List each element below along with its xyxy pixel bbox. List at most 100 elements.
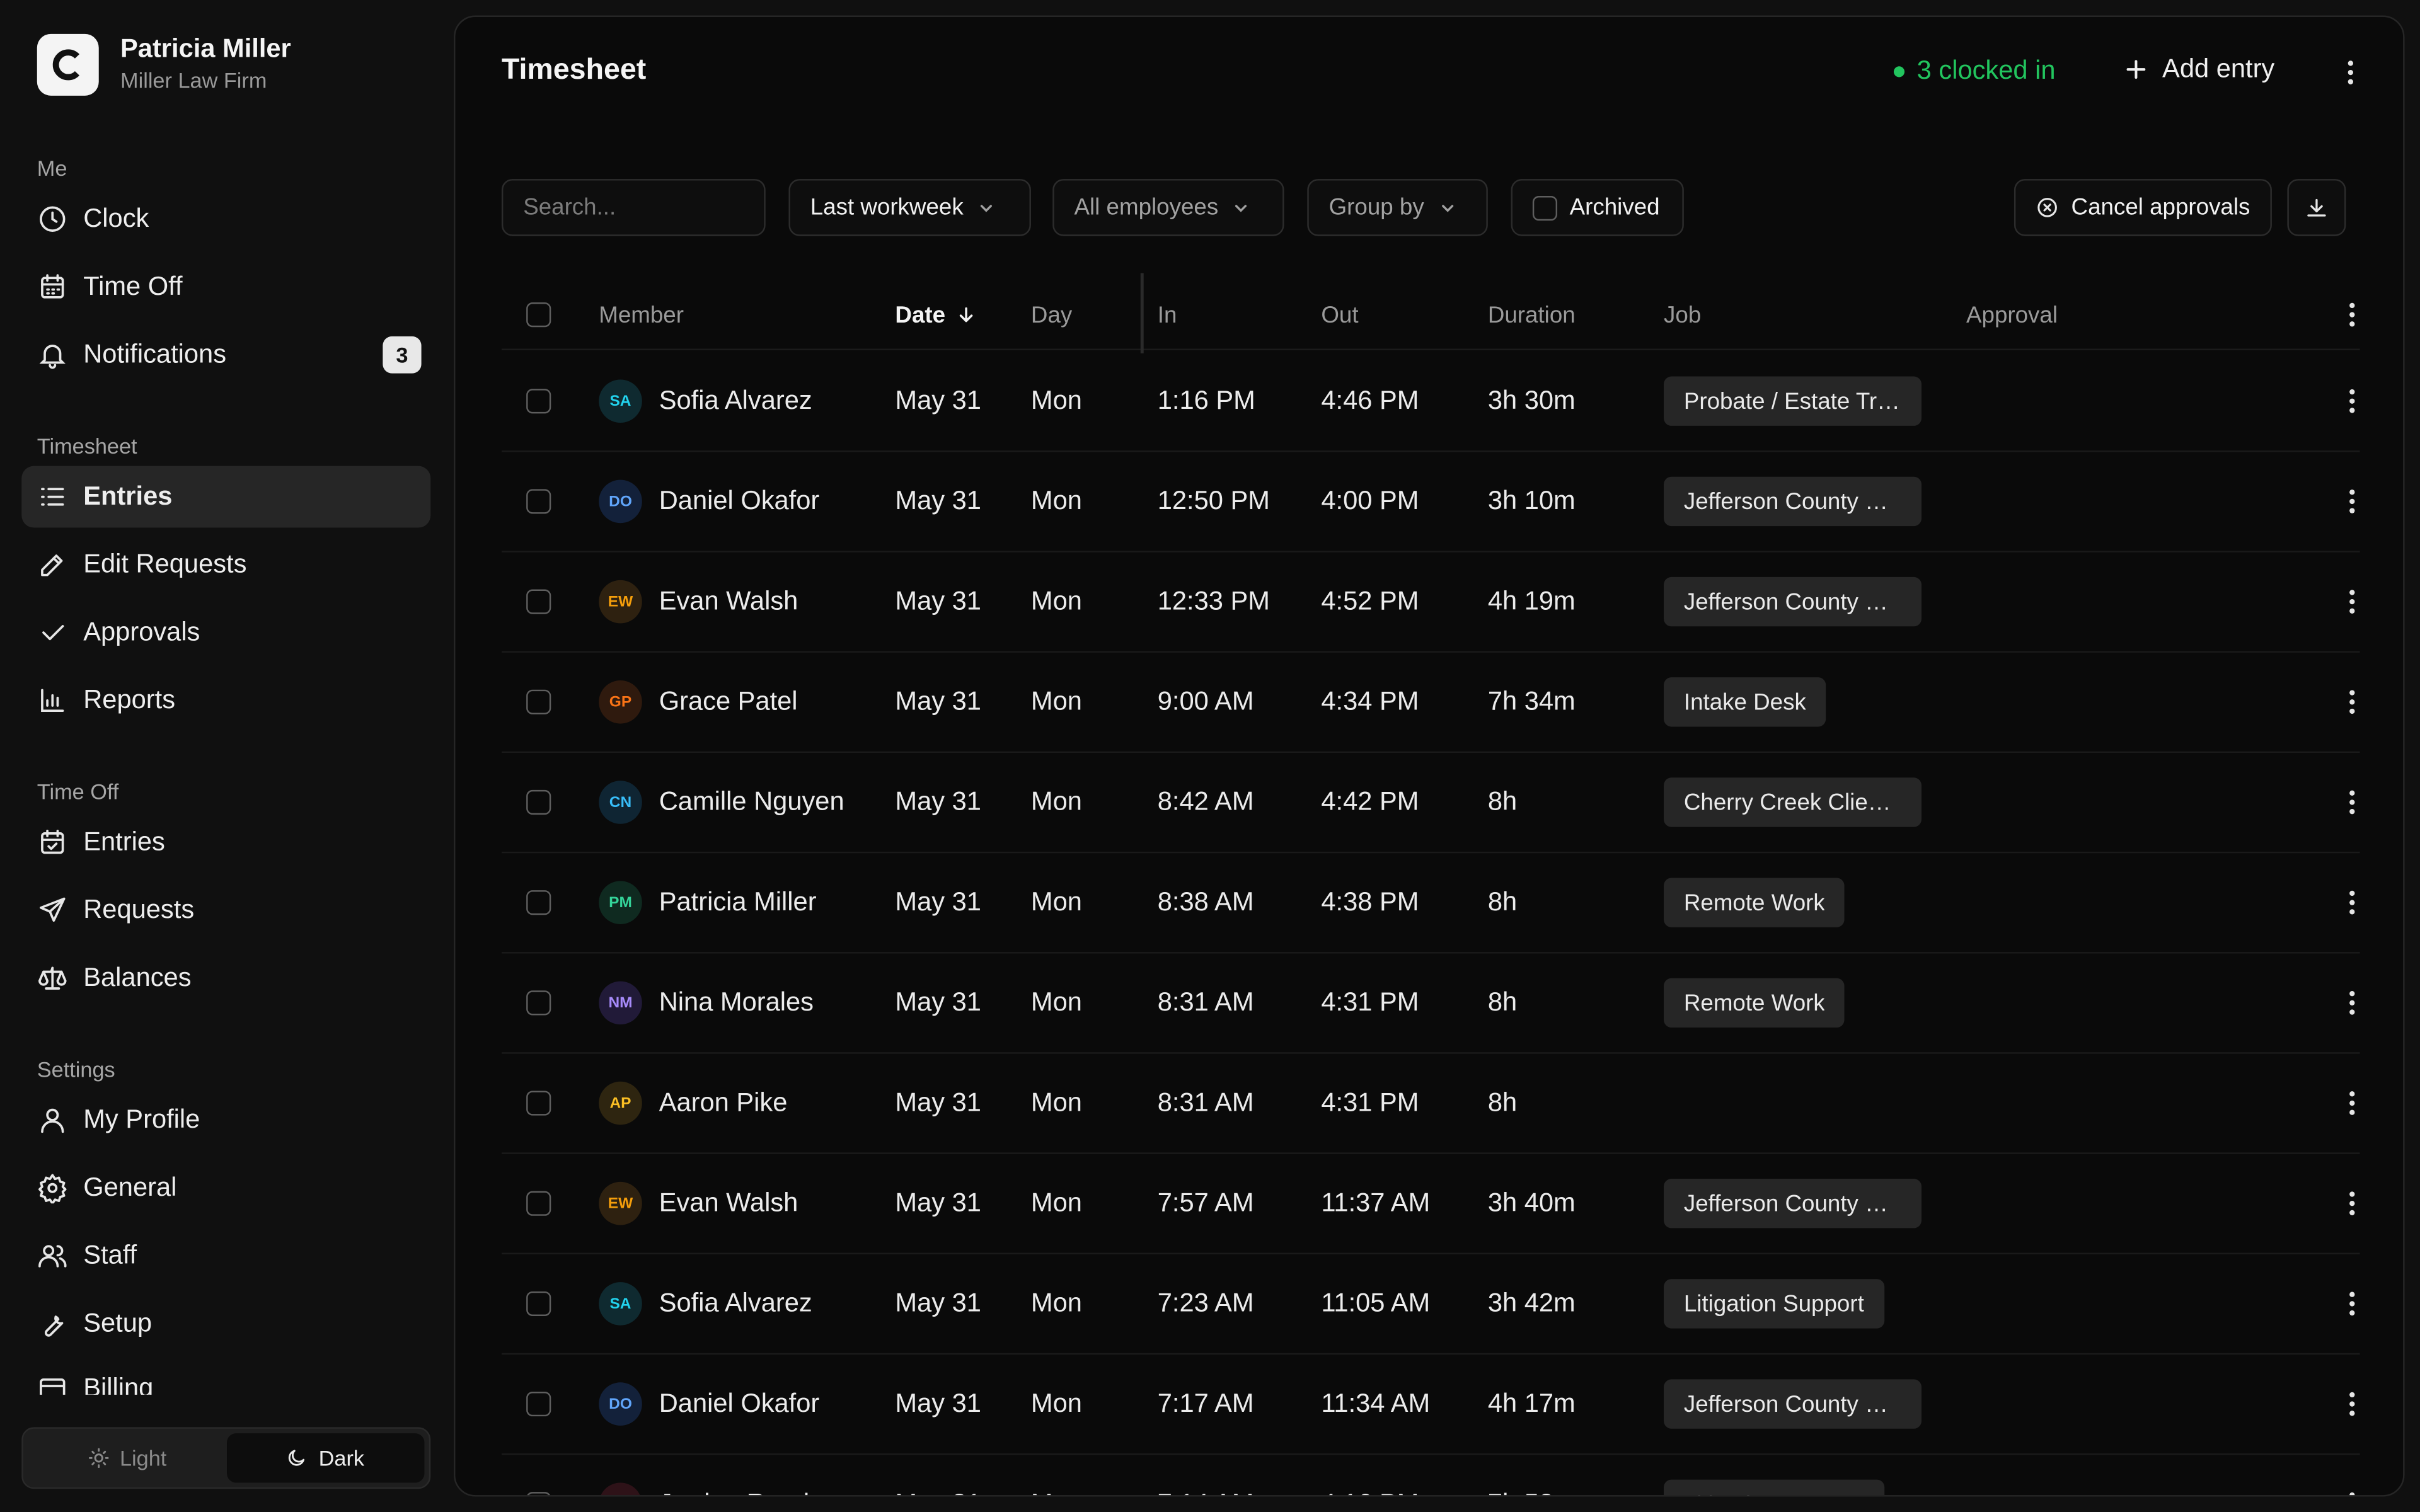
row-checkbox[interactable] [526,789,551,815]
nav-clock[interactable]: Clock [21,188,430,250]
job-tag[interactable]: Litigation Support [1664,1479,1884,1496]
col-out[interactable]: Out [1321,279,1358,350]
row-menu-button[interactable] [2337,987,2368,1018]
member-cell[interactable]: DO Daniel Okafor [599,452,819,551]
job-tag[interactable]: Probate / Estate Trust [1664,376,1922,426]
member-cell[interactable]: GP Grace Patel [599,653,798,752]
row-menu-button[interactable] [2337,1288,2368,1319]
select-all-checkbox[interactable] [526,302,551,328]
table-row[interactable]: AP Aaron Pike May 31 Mon 8:31 AM 4:31 PM 8h [501,1054,2360,1154]
col-date[interactable]: Date [895,279,976,350]
row-checkbox[interactable] [526,1492,551,1496]
table-row[interactable]: CN Camille Nguyen May 31 Mon 8:42 AM 4:42 PM 8… [501,753,2360,854]
table-row[interactable]: NM Nina Morales May 31 Mon 8:31 AM 4:31 PM 8h R… [501,953,2360,1054]
row-select[interactable] [526,1254,551,1353]
row-select[interactable] [526,1455,551,1496]
member-cell[interactable]: SA Sofia Alvarez [599,1254,812,1353]
nav-balances[interactable]: Balances [21,948,430,1009]
page-menu-button[interactable] [2335,57,2366,88]
clocked-in-status[interactable]: 3 clocked in [1893,55,2056,86]
job-tag[interactable]: Jefferson County Court [1664,576,1922,627]
table-row[interactable]: JR Jordan Reed May 31 Mon 7:14 AM 4:16 PM 7h 5… [502,1455,2360,1496]
member-cell[interactable]: PM Patricia Miller [599,853,817,952]
nav-time-off[interactable]: Time Off [21,256,430,318]
nav-requests[interactable]: Requests [21,879,430,941]
row-checkbox[interactable] [526,1191,551,1216]
row-checkbox[interactable] [526,890,551,915]
row-checkbox[interactable] [526,1091,551,1116]
table-row[interactable]: SA Sofia Alvarez May 31 Mon 1:16 PM 4:46 PM 3h… [501,352,2360,452]
job-tag[interactable]: Jefferson County Court [1664,1179,1922,1228]
col-in[interactable]: In [1158,279,1177,350]
row-menu-button[interactable] [2337,1188,2368,1219]
row-checkbox[interactable] [526,689,551,714]
job-tag[interactable]: Jefferson County Court [1664,1379,1922,1429]
theme-dark-button[interactable]: Dark [226,1433,425,1483]
row-checkbox[interactable] [526,1391,551,1417]
row-checkbox[interactable] [526,990,551,1016]
row-menu-button[interactable] [2337,587,2368,617]
row-select[interactable] [526,953,551,1052]
row-checkbox[interactable] [526,489,551,514]
member-cell[interactable]: JR Jordan Reed [599,1455,809,1496]
row-select[interactable] [526,1054,551,1153]
download-button[interactable] [2287,179,2346,236]
nav-staff[interactable]: Staff [21,1225,430,1287]
member-cell[interactable]: EW Evan Walsh [599,1154,798,1253]
row-menu-button[interactable] [2337,787,2368,818]
job-tag[interactable]: Jefferson County Court [1664,476,1922,527]
period-select[interactable]: Last workweek [788,179,1031,236]
row-checkbox[interactable] [526,589,551,614]
row-select[interactable] [526,853,551,952]
row-menu-button[interactable] [2337,1389,2368,1419]
nav-notifications[interactable]: Notifications 3 [21,324,430,386]
row-menu-button[interactable] [2337,1489,2368,1496]
row-menu-button[interactable] [2337,1088,2368,1119]
nav-approvals[interactable]: Approvals [21,602,430,663]
row-menu-button[interactable] [2337,486,2368,517]
row-menu-button[interactable] [2337,386,2368,416]
member-cell[interactable]: CN Camille Nguyen [599,753,844,852]
row-checkbox[interactable] [526,1291,551,1316]
member-cell[interactable]: AP Aaron Pike [599,1054,787,1153]
table-row[interactable]: DO Daniel Okafor May 31 Mon 7:17 AM 11:34 AM 4… [501,1354,2360,1455]
table-row[interactable]: GP Grace Patel May 31 Mon 9:00 AM 4:34 PM 7h 3… [501,653,2360,753]
job-tag[interactable]: Cherry Creek Client Office [1664,777,1922,827]
column-resize-handle[interactable] [1140,273,1144,353]
nav-billing[interactable]: Billing [21,1361,430,1395]
table-row[interactable]: EW Evan Walsh May 31 Mon 12:33 PM 4:52 PM 4h 1… [501,553,2360,653]
row-select[interactable] [526,653,551,752]
col-job[interactable]: Job [1664,279,1701,350]
nav-general[interactable]: General [21,1157,430,1219]
nav-my-profile[interactable]: My Profile [21,1089,430,1151]
table-row[interactable]: SA Sofia Alvarez May 31 Mon 7:23 AM 11:05 AM 3… [501,1254,2360,1355]
job-tag[interactable]: Remote Work [1664,978,1845,1028]
theme-light-button[interactable]: Light [28,1433,226,1482]
col-day[interactable]: Day [1031,279,1072,350]
job-tag[interactable]: Remote Work [1664,878,1845,927]
member-cell[interactable]: NM Nina Morales [599,953,814,1052]
select-all[interactable] [526,279,551,350]
columns-menu-button[interactable] [2337,299,2368,330]
nav-reports[interactable]: Reports [21,670,430,731]
col-duration[interactable]: Duration [1488,279,1576,350]
group-by-select[interactable]: Group by [1307,179,1488,236]
nav-time-off-entries[interactable]: Entries [21,811,430,873]
row-checkbox[interactable] [526,389,551,414]
table-row[interactable]: DO Daniel Okafor May 31 Mon 12:50 PM 4:00 PM 3… [501,452,2360,553]
cancel-approvals-button[interactable]: Cancel approvals [2014,179,2272,236]
table-row[interactable]: PM Patricia Miller May 31 Mon 8:38 AM 4:38 PM… [501,853,2360,954]
row-select[interactable] [526,1154,551,1253]
col-approval[interactable]: Approval [1966,279,2058,350]
add-entry-button[interactable]: Add entry [2122,54,2274,85]
table-row[interactable]: EW Evan Walsh May 31 Mon 7:57 AM 11:37 AM 3h 4… [501,1154,2360,1255]
member-cell[interactable]: DO Daniel Okafor [599,1354,819,1453]
row-select[interactable] [526,753,551,852]
workspace-switcher[interactable]: Patricia Miller Miller Law Firm [37,33,291,96]
nav-timesheet-entries[interactable]: Entries [21,466,431,528]
row-menu-button[interactable] [2337,687,2368,718]
member-cell[interactable]: SA Sofia Alvarez [599,352,812,450]
row-select[interactable] [526,352,551,450]
nav-edit-requests[interactable]: Edit Requests [21,534,430,595]
row-select[interactable] [526,553,551,651]
